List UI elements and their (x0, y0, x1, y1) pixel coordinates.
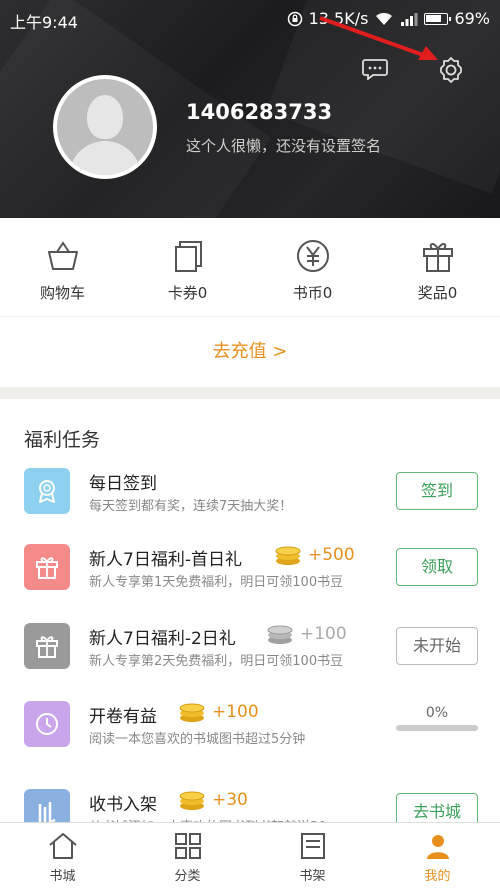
profile-header: 上午9:44 13.5K/s 69% 1406283733 这个人很懒，还没有设… (0, 0, 500, 218)
gift-icon (24, 623, 70, 669)
progress-bar (396, 725, 478, 731)
claim-button[interactable]: 领取 (396, 548, 478, 586)
prizes-button[interactable]: 奖品0 (375, 218, 500, 316)
user-icon (426, 835, 449, 859)
book-coins-label: 书币0 (292, 284, 333, 302)
coupons-button[interactable]: 卡券0 (125, 218, 250, 316)
username[interactable]: 1406283733 (186, 100, 332, 124)
task-reward: +30 (178, 789, 248, 811)
task-daily-checkin: 每日签到 每天签到都有奖，连续7天抽大奖！ 签到 (0, 468, 500, 548)
tab-label: 分类 (174, 869, 201, 884)
shopping-cart-label: 购物车 (39, 284, 85, 302)
clock-icon (24, 701, 70, 747)
gold-coins-icon (179, 703, 205, 722)
welfare-tasks-section: 福利任务 每日签到 每天签到都有奖，连续7天抽大奖！ 签到 新人7日福利-首日礼… (0, 399, 500, 835)
red-arrow-annotation (319, 16, 438, 60)
message-icon[interactable] (362, 58, 388, 80)
shopping-basket-icon (47, 241, 78, 270)
gift-icon (24, 544, 70, 590)
coupon-icon (174, 241, 202, 272)
gray-coins-icon (267, 625, 293, 644)
task-reward: +500 (274, 544, 355, 566)
tab-label: 书城 (49, 869, 76, 884)
task-newbie-day1: 新人7日福利-首日礼 +500 新人专享第1天免费福利，明日可领100书豆 领取 (0, 544, 500, 624)
signature[interactable]: 这个人很懒，还没有设置签名 (186, 135, 381, 156)
bookshelf-icon (300, 833, 325, 859)
task-name: 开卷有益 (89, 707, 157, 727)
task-description: 阅读一本您喜欢的书城图书超过5分钟 (89, 732, 306, 747)
quick-actions: 购物车 卡券0 书币0 奖品0 (0, 218, 500, 316)
section-title: 福利任务 (24, 429, 101, 451)
task-name: 新人7日福利-首日礼 (89, 550, 242, 570)
task-description: 每天签到都有奖，连续7天抽大奖！ (89, 499, 293, 514)
task-reward: +100 (178, 701, 259, 723)
status-time: 上午9:44 (10, 13, 78, 32)
home-icon (48, 833, 77, 859)
reward-amount: +30 (212, 790, 248, 810)
tab-mine[interactable]: 我的 (375, 823, 500, 889)
task-name: 每日签到 (89, 474, 157, 494)
task-name: 新人7日福利-2日礼 (89, 629, 236, 649)
prizes-label: 奖品0 (417, 284, 458, 302)
bottom-tab-bar: 书城 分类 书架 我的 (0, 822, 500, 889)
gift-icon (422, 243, 453, 272)
gold-coins-icon (275, 546, 301, 565)
gear-icon[interactable] (437, 56, 465, 84)
coupons-label: 卡券0 (167, 284, 208, 302)
tab-bookshelf[interactable]: 书架 (250, 823, 375, 889)
reward-amount: +100 (212, 702, 259, 722)
battery-percent: 69% (454, 9, 490, 28)
shopping-cart-button[interactable]: 购物车 (0, 218, 125, 316)
not-started-button[interactable]: 未开始 (396, 627, 478, 665)
task-reward: +100 (266, 623, 347, 645)
task-description: 新人专享第1天免费福利，明日可领100书豆 (89, 575, 344, 590)
yuan-coin-icon (296, 240, 329, 272)
avatar[interactable] (53, 75, 157, 179)
checkin-button[interactable]: 签到 (396, 472, 478, 510)
task-description: 新人专享第2天免费福利，明日可领100书豆 (89, 654, 344, 669)
recharge-button[interactable]: 去充值 > (0, 317, 500, 387)
tab-label: 我的 (424, 869, 451, 884)
task-name: 收书入架 (89, 795, 157, 815)
reward-amount: +100 (300, 624, 347, 644)
reward-amount: +500 (308, 545, 355, 565)
book-coins-button[interactable]: 书币0 (250, 218, 375, 316)
default-avatar-icon (57, 79, 153, 175)
tab-label: 书架 (299, 869, 326, 884)
gold-coins-icon (179, 791, 205, 810)
task-newbie-day2: 新人7日福利-2日礼 +100 新人专享第2天免费福利，明日可领100书豆 未开… (0, 623, 500, 703)
grid-icon (174, 833, 201, 859)
progress-label: 0% (425, 705, 449, 721)
tab-bookstore[interactable]: 书城 (0, 823, 125, 889)
rotation-lock-icon (287, 11, 302, 26)
task-reading: 开卷有益 +100 阅读一本您喜欢的书城图书超过5分钟 0% (0, 701, 500, 781)
medal-icon (24, 468, 70, 514)
tab-categories[interactable]: 分类 (125, 823, 250, 889)
